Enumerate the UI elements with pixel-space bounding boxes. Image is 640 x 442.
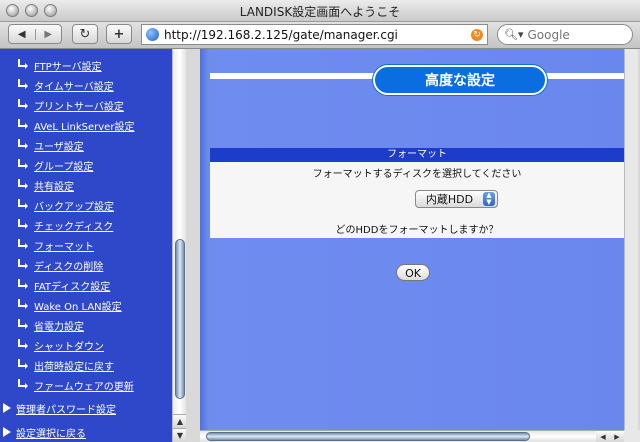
globe-icon <box>146 28 159 41</box>
search-field[interactable]: 🔍︎▾ <box>497 24 633 45</box>
sidebar-scroll-thumb[interactable] <box>175 239 185 399</box>
sidebar-item[interactable]: 出荷時設定に戻す <box>16 357 114 373</box>
sidebar-item[interactable]: ディスクの削除 <box>16 257 103 273</box>
sidebar-item[interactable]: FTPサーバ設定 <box>16 57 102 73</box>
sidebar-item-label[interactable]: シャットダウン <box>34 338 104 353</box>
sidebar-item[interactable]: プリントサーバ設定 <box>16 97 124 113</box>
sidebar-item-label[interactable]: タイムサーバ設定 <box>34 78 114 93</box>
resize-grip-icon[interactable] <box>624 430 640 442</box>
format-panel: フォーマットするディスクを選択してください 内蔵HDD ▲ ▼ どのHDDをフォー… <box>210 162 624 238</box>
sidebar-item[interactable]: 省電力設定 <box>16 317 84 333</box>
horizontal-scroll-thumb[interactable] <box>206 432 530 441</box>
sidebar-item[interactable]: FATディスク設定 <box>16 277 110 293</box>
sidebar-item-label[interactable]: Wake On LAN設定 <box>34 298 122 313</box>
return-arrow-icon <box>18 319 28 329</box>
select-arrows-icon: ▲ ▼ <box>483 192 495 206</box>
return-arrow-icon <box>18 159 28 169</box>
scroll-up-arrow-icon[interactable]: ▲ <box>173 414 186 428</box>
return-arrow-icon <box>18 359 28 369</box>
back-forward-buttons[interactable]: ◀ ▶ <box>8 24 62 44</box>
disk-select-value: 内蔵HDD <box>425 193 474 206</box>
return-arrow-icon <box>18 119 28 129</box>
return-arrow-icon <box>18 219 28 229</box>
search-icon: 🔍︎▾ <box>504 28 524 41</box>
sidebar-scrollbar[interactable]: ▲ ▼ <box>172 49 186 442</box>
sidebar-item[interactable]: AVeL LinkServer設定 <box>16 117 134 133</box>
sidebar-item-label[interactable]: プリントサーバ設定 <box>34 98 124 113</box>
panel-title: フォーマット <box>210 148 624 162</box>
sidebar-item-label[interactable]: 共有設定 <box>34 178 74 193</box>
sidebar-item[interactable]: フォーマット <box>16 237 94 253</box>
question-text: どのHDDをフォーマットしますか？ <box>335 225 499 236</box>
sidebar-item-label[interactable]: ファームウェアの更新 <box>34 378 134 393</box>
sidebar-item-label[interactable]: フォーマット <box>34 238 94 253</box>
sidebar-item-label[interactable]: AVeL LinkServer設定 <box>34 118 134 133</box>
reload-icon[interactable]: ↻ <box>471 28 483 41</box>
triangle-right-icon <box>3 427 11 437</box>
sidebar-section-label[interactable]: 設定選択に戻る <box>16 425 86 440</box>
sidebar-item-label[interactable]: 省電力設定 <box>34 318 84 333</box>
horizontal-scroll-arrows[interactable]: ◀ ▶ <box>596 431 624 442</box>
sidebar-item[interactable]: タイムサーバ設定 <box>16 77 114 93</box>
scroll-right-arrow-icon[interactable]: ▶ <box>614 433 619 441</box>
sidebar-section[interactable]: 設定選択に戻る <box>3 424 86 440</box>
ok-button[interactable]: OK <box>396 264 430 281</box>
sidebar-section-label[interactable]: 管理者パスワード設定 <box>16 401 116 416</box>
return-arrow-icon <box>18 299 28 309</box>
disk-select[interactable]: 内蔵HDD ▲ ▼ <box>415 190 498 208</box>
return-arrow-icon <box>18 79 28 89</box>
reload-button[interactable]: ↻ <box>72 24 98 44</box>
horizontal-scrollbar[interactable]: ◀ ▶ <box>200 430 624 442</box>
sidebar-item-label[interactable]: 出荷時設定に戻す <box>34 358 114 373</box>
sidebar-item-label[interactable]: FTPサーバ設定 <box>34 58 102 73</box>
browser-toolbar: ◀ ▶ ↻ + http://192.168.2.125/gate/manage… <box>0 22 640 49</box>
sidebar-frame: FTPサーバ設定 タイムサーバ設定 プリントサーバ設定 AVeL LinkServer… <box>0 49 186 442</box>
return-arrow-icon <box>18 199 28 209</box>
address-bar[interactable]: http://192.168.2.125/gate/manager.cgi ↻ <box>141 24 488 45</box>
return-arrow-icon <box>18 99 28 109</box>
sidebar-item-label[interactable]: ユーザ設定 <box>34 138 84 153</box>
return-arrow-icon <box>18 239 28 249</box>
add-bookmark-button[interactable]: + <box>106 24 132 44</box>
main-scrollbar[interactable] <box>624 49 638 430</box>
search-input[interactable] <box>525 26 630 43</box>
sidebar-item[interactable]: 共有設定 <box>16 177 74 193</box>
page-title: 高度な設定 <box>373 65 547 95</box>
sidebar-item[interactable]: グループ設定 <box>16 157 93 173</box>
sidebar-item-label[interactable]: グループ設定 <box>34 158 93 173</box>
return-arrow-icon <box>18 259 28 269</box>
title-bar: LANDISK設定画面へようこそ <box>0 0 640 22</box>
return-arrow-icon <box>18 179 28 189</box>
sidebar-item[interactable]: Wake On LAN設定 <box>16 297 122 313</box>
instruction-text: フォーマットするディスクを選択してください <box>312 169 522 180</box>
sidebar-item-label[interactable]: ディスクの削除 <box>34 258 103 273</box>
scroll-left-arrow-icon[interactable]: ◀ <box>600 433 605 441</box>
return-arrow-icon <box>18 279 28 289</box>
sidebar-item[interactable]: バックアップ設定 <box>16 197 114 213</box>
return-arrow-icon <box>18 339 28 349</box>
sidebar-item[interactable]: ユーザ設定 <box>16 137 84 153</box>
sidebar-item-label[interactable]: FATディスク設定 <box>34 278 110 293</box>
return-arrow-icon <box>18 139 28 149</box>
forward-arrow-icon[interactable]: ▶ <box>36 29 62 40</box>
return-arrow-icon <box>18 59 28 69</box>
sidebar-item[interactable]: ファームウェアの更新 <box>16 377 134 393</box>
return-arrow-icon <box>18 379 28 389</box>
sidebar-item[interactable]: チェックディスク <box>16 217 113 233</box>
window-title: LANDISK設定画面へようこそ <box>239 5 401 19</box>
address-url[interactable]: http://192.168.2.125/gate/manager.cgi <box>164 28 471 42</box>
add-bookmark-icon: + <box>113 26 125 42</box>
sidebar-item[interactable]: シャットダウン <box>16 337 104 353</box>
sidebar-item-label[interactable]: バックアップ設定 <box>34 198 114 213</box>
sidebar-item-label[interactable]: チェックディスク <box>34 218 113 233</box>
triangle-right-icon <box>3 403 11 413</box>
reload-icon: ↻ <box>79 26 91 42</box>
back-arrow-icon[interactable]: ◀ <box>9 28 36 40</box>
scroll-down-arrow-icon[interactable]: ▼ <box>173 428 186 442</box>
main-frame: 高度な設定 フォーマット フォーマットするディスクを選択してください 内蔵HDD… <box>200 49 624 430</box>
sidebar-section[interactable]: 管理者パスワード設定 <box>3 400 116 416</box>
